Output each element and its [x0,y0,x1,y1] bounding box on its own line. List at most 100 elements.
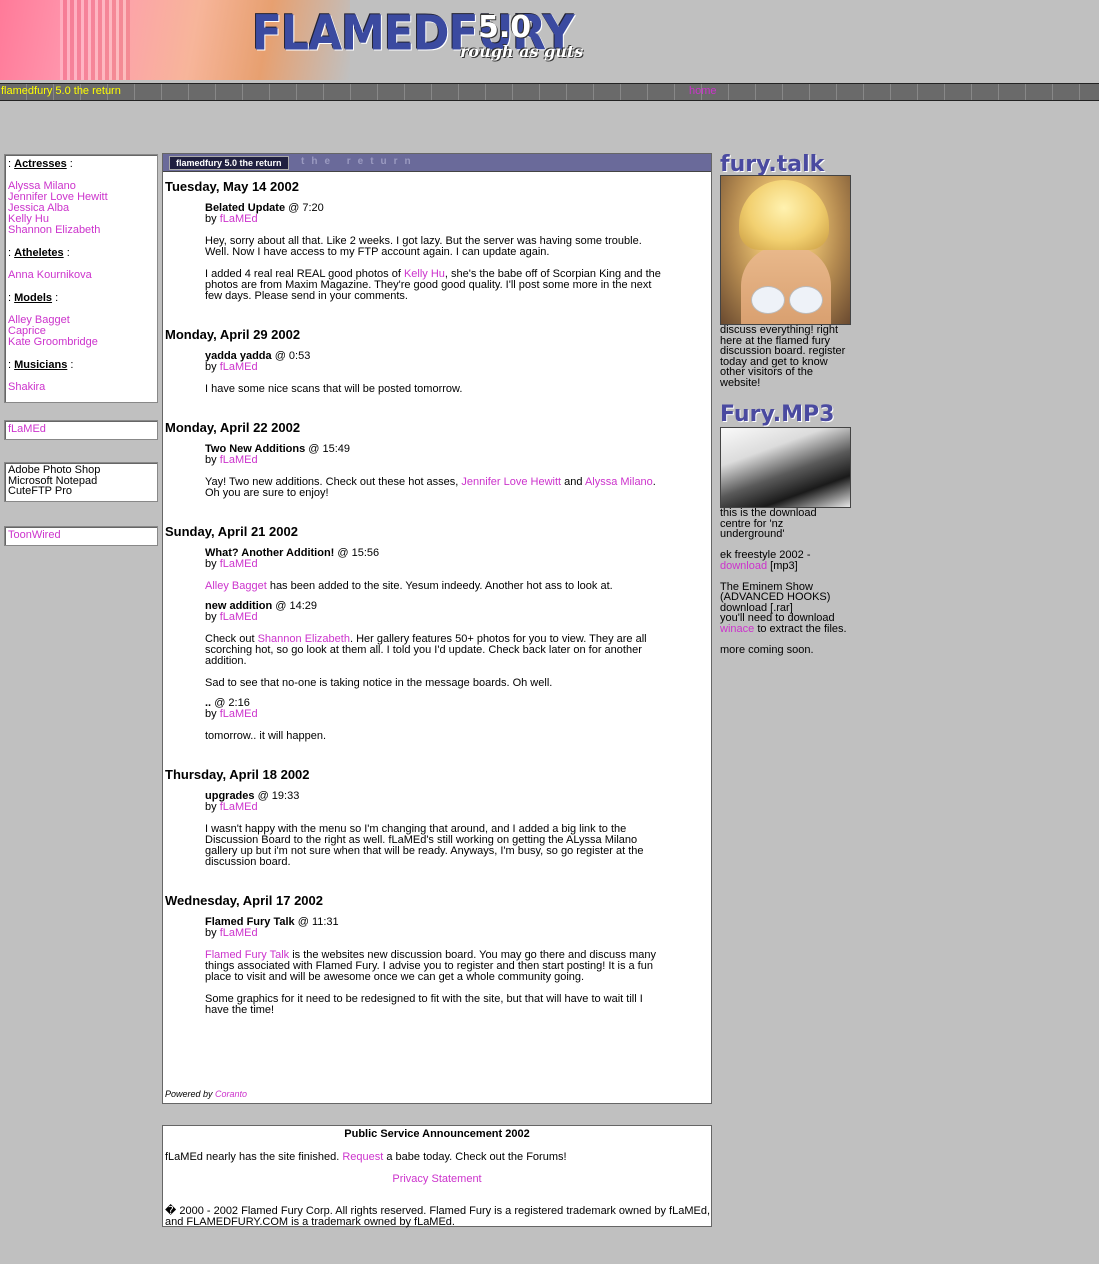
author-link[interactable]: fLaMEd [220,454,258,466]
category-link[interactable]: Anna Kournikova [8,270,154,281]
winace-link[interactable]: winace [720,623,754,635]
nav-site-title: flamedfury 5.0 the return [1,85,121,97]
category-list: Anna Kournikova [8,270,154,281]
news-entry: Flamed Fury Talk @ 11:31 by fLaMEd Flamed … [205,917,669,1016]
category-list: Shakira [8,382,154,393]
news-entry-by: by [205,927,217,939]
psa-privacy: Privacy Statement [163,1173,711,1185]
news-paragraph: Alley Bagget has been added to the site.… [205,581,669,592]
user-box: fLaMEd [4,420,158,440]
news-entry-time: @ 19:33 [257,790,300,802]
mp3-item-1: ek freestyle 2002 - download [mp3] [720,550,850,572]
software-box: Adobe Photo Shop Microsoft Notepad CuteF… [4,462,158,502]
logo-version: 5.0 [478,10,532,45]
software-item: CuteFTP Pro [8,485,72,497]
news-paragraph: Sad to see that no-one is taking notice … [205,678,669,689]
category-heading: : Models : [8,292,59,304]
powered-label: Powered by [165,1089,213,1099]
category-link[interactable]: Shakira [8,382,154,393]
news-text: has been added to the site. Yesum indeed… [266,580,613,592]
news-text: Hey, sorry about all that. Like 2 weeks.… [205,235,642,258]
news-entry-by: by [205,213,217,225]
software-item: Adobe Photo Shop [8,464,101,476]
news-date: Monday, April 29 2002 [165,327,301,342]
category-link[interactable]: Kate Groombridge [8,337,154,348]
author-link[interactable]: fLaMEd [220,361,258,373]
news-inline-link[interactable]: Alyssa Milano [585,476,653,488]
mp3-item-1-format: [mp3] [770,559,798,572]
news-entry: What? Another Addition! @ 15:56 by fLaMEd… [205,548,669,592]
news-entry: Belated Update @ 7:20 by fLaMEd Hey, sorry… [205,203,669,302]
news-header-ghost: the return [301,156,418,167]
news-text: Some graphics for it need to be redesign… [205,993,643,1016]
category-heading-label[interactable]: Actresses [14,158,67,170]
fury-mp3-photo[interactable] [720,427,851,508]
news-entry: yadda yadda @ 0:53 by fLaMEd I have some n… [205,351,669,395]
author-link[interactable]: fLaMEd [220,213,258,225]
category-heading-label[interactable]: Atheletes [14,247,64,259]
fury-mp3-heading[interactable]: Fury.MP3 [720,402,850,427]
news-entry-meta: Two New Additions @ 15:49 by fLaMEd [205,444,669,466]
download-link[interactable]: download [720,560,767,572]
author-link[interactable]: fLaMEd [220,801,258,813]
category-heading-label[interactable]: Models [14,292,52,304]
mp3-item-2: The Eminem Show (ADVANCED HOOKS) downloa… [720,581,850,635]
news-entry-by: by [205,801,217,813]
logo-slogan: rough as guts [460,42,584,61]
news-text: tomorrow.. it will happen. [205,730,327,742]
news-paragraph: Hey, sorry about all that. Like 2 weeks.… [205,236,669,258]
category-list: Alley Bagget Caprice Kate Groombridge [8,315,154,348]
news-paragraph: Some graphics for it need to be redesign… [205,994,669,1016]
news-panel: flamedfury 5.0 the return the return Tue… [162,153,712,1104]
site-header: FLAMEDFURY 5.0 rough as guts [0,0,1099,82]
nav-bar: flamedfury 5.0 the return home [0,83,1099,101]
news-entry-by: by [205,361,217,373]
mp3-intro: this is the download centre for 'nz unde… [720,507,817,540]
request-link[interactable]: Request [342,1151,383,1163]
privacy-link[interactable]: Privacy Statement [392,1173,481,1185]
author-link[interactable]: fLaMEd [220,708,258,720]
news-date: Monday, April 22 2002 [165,420,301,435]
news-header: flamedfury 5.0 the return the return [163,154,711,172]
news-entry-meta: What? Another Addition! @ 15:56 by fLaMEd [205,548,669,570]
news-entry-meta: Flamed Fury Talk @ 11:31 by fLaMEd [205,917,669,939]
sponsor-link[interactable]: ToonWired [8,529,61,541]
category-heading-label[interactable]: Musicians [14,359,67,371]
category-list: Alyssa Milano Jennifer Love Hewitt Jessica… [8,181,154,236]
category-menu: : Actresses : Alyssa Milano Jennifer Love … [4,154,158,403]
news-inline-link[interactable]: Jennifer Love Hewitt [461,476,561,488]
powered-by: Powered by Coranto [165,1089,247,1099]
news-date: Thursday, April 18 2002 [165,767,310,782]
psa-text: fLaMEd nearly has the site finished. Req… [165,1151,711,1163]
news-inline-link[interactable]: Alley Bagget [205,580,267,592]
coranto-link[interactable]: Coranto [215,1089,247,1099]
news-paragraph: I have some nice scans that will be post… [205,384,669,395]
news-text: Sad to see that no-one is taking notice … [205,677,553,689]
author-link[interactable]: fLaMEd [220,927,258,939]
psa-panel: Public Service Announcement 2002 fLaMEd … [162,1125,712,1228]
category-link[interactable]: Shannon Elizabeth [8,225,154,236]
fury-mp3-text: this is the download centre for 'nz unde… [720,508,850,666]
news-entry-time: @ 15:56 [337,547,380,559]
news-paragraph: Check out Shannon Elizabeth. Her gallery… [205,634,669,667]
user-link[interactable]: fLaMEd [8,423,46,435]
news-text: and [561,476,585,488]
sponsor-box: ToonWired [4,526,158,546]
news-entry: Two New Additions @ 15:49 by fLaMEd Yay! T… [205,444,669,499]
psa-text-before: fLaMEd nearly has the site finished. [165,1151,340,1163]
fury-talk-photo[interactable] [720,175,851,325]
news-text: I have some nice scans that will be post… [205,383,463,395]
news-body: Tuesday, May 14 2002 Belated Update @ 7:2… [163,179,711,1034]
author-link[interactable]: fLaMEd [220,558,258,570]
news-entry-meta: yadda yadda @ 0:53 by fLaMEd [205,351,669,373]
news-text: I wasn't happy with the menu so I'm chan… [205,823,644,868]
news-entry-time: @ 11:31 [297,916,339,928]
category-heading: : Musicians : [8,359,74,371]
fury-talk-heading[interactable]: fury.talk [720,152,850,177]
news-entry-time: @ 7:20 [288,202,324,214]
author-link[interactable]: fLaMEd [220,611,258,623]
news-entry-meta: upgrades @ 19:33 by fLaMEd [205,791,669,813]
news-paragraph: Yay! Two new additions. Check out these … [205,477,669,499]
news-date: Sunday, April 21 2002 [165,524,298,539]
nav-home-link[interactable]: home [689,85,717,97]
